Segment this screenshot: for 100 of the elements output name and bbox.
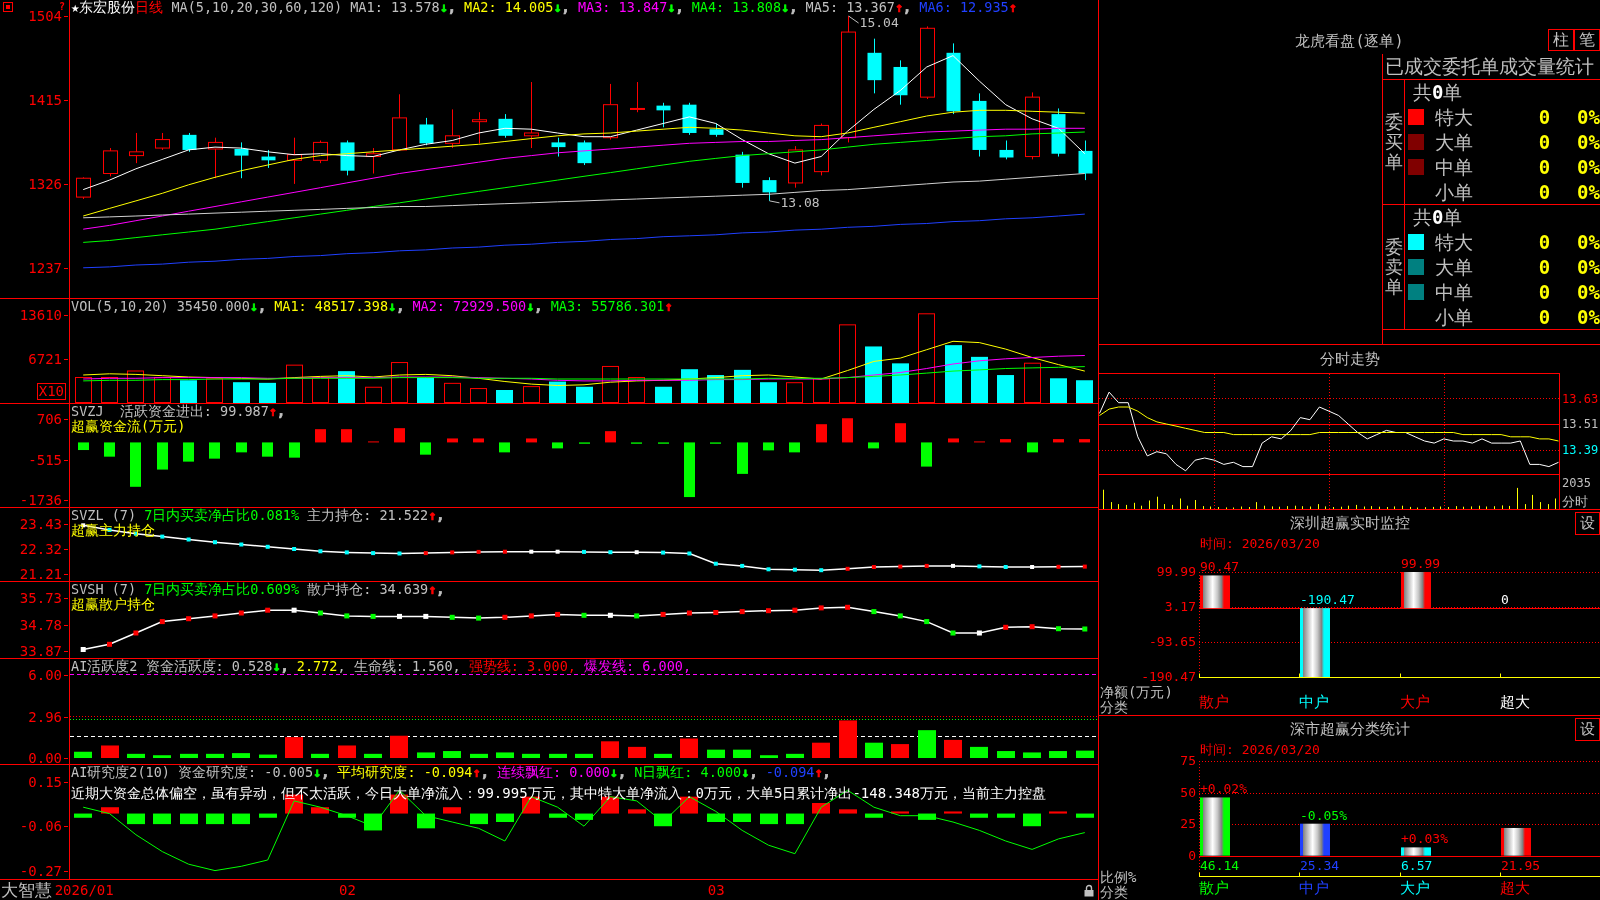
axis-label: 13.63: [1562, 392, 1599, 405]
category-label: 中户: [1299, 879, 1330, 897]
time-label: 时间: 2026/03/20: [1200, 536, 1320, 551]
unit-label: X10: [36, 383, 66, 400]
axis-label: 22.32: [19, 542, 68, 555]
axis-label: -0.27: [19, 864, 68, 877]
axis-label: 706: [36, 413, 68, 425]
indicator-legend: AI研究度2(10) 资金研究度: -0.005↓, 平均研究度: -0.094↑, 连续飘红: 0.000↓, N日飘红: 4.000↓, -0.094↑,: [71, 765, 831, 780]
order-count: 0: [1538, 154, 1551, 179]
axis-label: -515: [28, 453, 68, 466]
category-label: 大户: [1399, 693, 1430, 711]
value-label: 21.95: [1501, 858, 1541, 873]
value-label: 99.99: [1401, 557, 1441, 571]
price-annotation: 13.08: [780, 195, 820, 210]
axis-label: 6721: [28, 353, 68, 366]
order-size-label: 特大: [1435, 230, 1473, 253]
group-label: 委卖单: [1384, 237, 1403, 297]
order-total: 共0单: [1413, 206, 1463, 228]
order-percent: 0%: [1577, 104, 1600, 129]
axis-label: 2.96: [28, 710, 68, 723]
value-label: -190.47: [1300, 593, 1355, 608]
date-label: 2026/01: [54, 881, 114, 900]
axis-label: 13610: [19, 308, 68, 321]
axis-label: -0.06: [19, 820, 68, 833]
axis-label: 35.73: [19, 591, 68, 604]
order-percent: 0%: [1577, 154, 1600, 179]
order-percent: 0%: [1577, 129, 1600, 154]
order-size-label: 小单: [1435, 180, 1473, 203]
order-percent: 0%: [1577, 179, 1600, 204]
order-count: 0: [1538, 104, 1551, 129]
category-label: 超大: [1499, 879, 1530, 897]
order-count: 0: [1538, 254, 1551, 279]
order-size-label: 中单: [1435, 155, 1473, 178]
axis-label: 50: [1180, 785, 1196, 800]
axis-label: -190.47: [1141, 670, 1196, 684]
axis-label: 6.00: [28, 668, 68, 681]
order-percent: 0%: [1577, 229, 1600, 254]
category-label: 散户: [1199, 879, 1229, 897]
axis-label: 23.43: [19, 517, 68, 530]
axis-label: 0.15: [28, 775, 68, 788]
value-label: 6.57: [1401, 858, 1433, 873]
axis-title: 分类: [1100, 700, 1128, 715]
axis-label: 13.39: [1562, 443, 1599, 456]
axis-label: 1415: [28, 94, 68, 106]
axis-label: 1237: [28, 261, 68, 274]
price-annotation: 15.04: [859, 16, 899, 30]
order-count: 0: [1538, 229, 1551, 254]
order-total: 共0单: [1413, 81, 1463, 103]
order-count: 0: [1538, 304, 1551, 329]
axis-title: 净额(万元): [1100, 685, 1173, 700]
order-size-label: 大单: [1435, 130, 1473, 153]
axis-label: -93.65: [1149, 635, 1196, 649]
axis-label: 34.78: [19, 619, 68, 631]
indicator-title: 超赢资金流(万元): [71, 419, 186, 434]
order-size-label: 中单: [1435, 280, 1473, 303]
group-label: 委买单: [1384, 112, 1403, 172]
category-label: 散户: [1199, 693, 1229, 711]
order-percent: 0%: [1577, 304, 1600, 329]
stock-name: ★东宏股份: [71, 0, 136, 15]
axis-label: 0.00: [28, 752, 68, 764]
axis-title: 分时: [1561, 494, 1588, 509]
value-label: 0: [1501, 593, 1509, 608]
axis-label: 25: [1180, 817, 1196, 832]
date-label: 03: [707, 881, 725, 900]
axis-label: 33.87: [19, 644, 68, 657]
axis-title: 比例%: [1100, 870, 1137, 885]
axis-label: 21.21: [19, 567, 68, 580]
value-label: 46.14: [1200, 858, 1240, 873]
panel-title: 分时走势: [1319, 350, 1380, 368]
category-label: 大户: [1399, 879, 1430, 897]
indicator-title: 超赢散户持仓: [71, 597, 155, 612]
order-size-label: 小单: [1435, 305, 1473, 328]
time-label: 时间: 2026/03/20: [1200, 742, 1320, 757]
axis-label: 13.51: [1562, 417, 1599, 431]
date-label: 02: [339, 881, 356, 900]
value-label: 25.34: [1300, 858, 1340, 873]
axis-label: 75: [1180, 754, 1196, 768]
order-size-label: 特大: [1435, 105, 1473, 128]
axis-label: 3.17: [1164, 600, 1196, 614]
change-label: -0.05%: [1300, 808, 1347, 823]
axis-title: 分类: [1100, 885, 1128, 900]
change-label: +0.03%: [1401, 832, 1448, 847]
category-label: 中户: [1299, 693, 1330, 711]
category-label: 超大: [1499, 693, 1530, 711]
panel-title: 深市超赢分类统计: [1289, 718, 1410, 740]
order-percent: 0%: [1577, 279, 1600, 304]
value-label: 90.47: [1200, 560, 1240, 575]
order-count: 0: [1538, 279, 1551, 304]
panel-title: 深圳超赢实时监控: [1289, 512, 1410, 534]
brand-label: 大智慧: [1, 880, 52, 900]
order-count: 0: [1538, 179, 1551, 204]
order-size-label: 大单: [1435, 255, 1473, 278]
axis-label: 2035: [1562, 477, 1591, 490]
order-percent: 0%: [1577, 254, 1600, 279]
axis-label: 1504: [28, 10, 68, 22]
table-title: 已成交委托单成交量统计: [1385, 55, 1594, 77]
panel-title: 龙虎看盘(逐单): [1295, 31, 1404, 52]
order-count: 0: [1538, 129, 1551, 154]
axis-label: 99.99: [1156, 565, 1196, 579]
change-label: +0.02%: [1200, 782, 1247, 797]
